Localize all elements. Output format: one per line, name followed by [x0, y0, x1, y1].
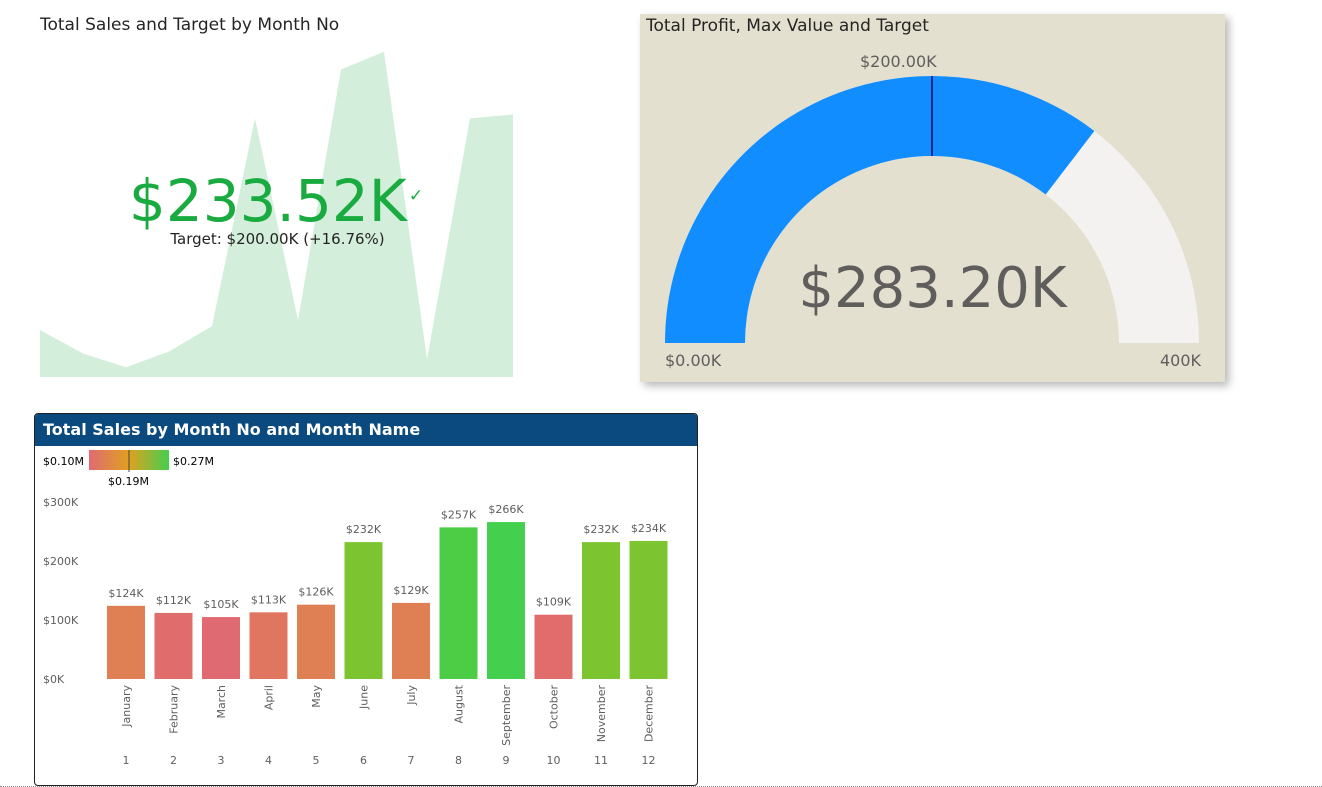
kpi-card: Total Sales and Target by Month No $233.… — [0, 0, 560, 390]
x-month-number-label: 10 — [547, 754, 561, 767]
bar-chart-title: Total Sales by Month No and Month Name — [43, 420, 421, 439]
x-category-label: January — [120, 685, 133, 728]
x-month-number-label: 8 — [455, 754, 462, 767]
x-category-label: May — [310, 685, 323, 708]
x-month-number-label: 4 — [265, 754, 272, 767]
x-category-label: July — [405, 685, 418, 706]
bar-layer: $0K $100K $200K $300K $124K January 1 $112K Febr… — [43, 496, 668, 767]
x-category-label: March — [215, 685, 228, 719]
bar-march[interactable] — [202, 617, 240, 679]
kpi-card-title: Total Sales and Target by Month No — [40, 15, 340, 35]
gauge-value: $283.20K — [798, 256, 1067, 321]
y-tick-label: $100K — [43, 614, 79, 627]
bar-data-label: $109K — [536, 596, 572, 609]
bar-chart-header: Total Sales by Month No and Month Name — [35, 414, 697, 446]
bar-january[interactable] — [107, 605, 145, 679]
bar-april[interactable] — [249, 612, 288, 679]
bar-august[interactable] — [439, 527, 478, 679]
checkmark-icon: ✓ — [408, 186, 424, 206]
bar-data-label: $113K — [251, 593, 287, 606]
bar-data-label: $126K — [298, 586, 334, 599]
bar-july[interactable] — [392, 602, 430, 679]
bar-december[interactable] — [629, 540, 668, 679]
x-category-label: October — [548, 685, 561, 729]
x-category-label: February — [168, 685, 181, 734]
gauge-target-label: $200.00K — [860, 52, 937, 71]
bar-data-label: $232K — [346, 523, 382, 536]
color-legend-min: $0.10M — [43, 455, 84, 468]
bar-data-label: $266K — [488, 503, 524, 516]
bar-september[interactable] — [487, 522, 525, 679]
x-month-number-label: 9 — [503, 754, 510, 767]
bar-october[interactable] — [534, 614, 573, 679]
x-month-number-label: 1 — [123, 754, 130, 767]
gauge-card: Total Profit, Max Value and Target $200.… — [640, 14, 1225, 382]
bar-chart: $0.10M $0.27M $0.19M $0K$100K$200K$300K$… — [43, 450, 668, 767]
x-month-number-label: 11 — [594, 754, 608, 767]
bar-data-label: $105K — [203, 598, 239, 611]
color-legend-max: $0.27M — [173, 455, 214, 468]
x-category-label: December — [643, 685, 656, 743]
bar-data-label: $129K — [393, 584, 429, 597]
x-category-label: November — [595, 685, 608, 743]
y-tick-label: $200K — [43, 555, 79, 568]
x-category-label: August — [453, 684, 466, 723]
bar-february[interactable] — [154, 612, 193, 679]
bar-data-label: $257K — [441, 508, 477, 521]
x-month-number-label: 5 — [313, 754, 320, 767]
x-category-label: April — [263, 685, 276, 710]
gauge-min-label: $0.00K — [665, 351, 722, 370]
bar-november[interactable] — [582, 542, 620, 679]
bar-data-label: $124K — [108, 587, 144, 600]
kpi-value-text: $233.52K — [128, 167, 407, 235]
x-month-number-label: 7 — [408, 754, 415, 767]
x-month-number-label: 6 — [360, 754, 367, 767]
y-tick-label: $300K — [43, 496, 79, 509]
gauge-max-label: 400K — [1160, 351, 1202, 370]
color-legend-mid: $0.19M — [108, 475, 149, 488]
bar-may[interactable] — [297, 604, 335, 679]
bar-june[interactable] — [344, 542, 383, 679]
bar-data-label: $232K — [583, 523, 619, 536]
x-month-number-label: 2 — [170, 754, 177, 767]
kpi-target-text: Target: $200.00K (+16.76%) — [170, 230, 385, 248]
x-month-number-label: 12 — [642, 754, 656, 767]
x-category-label: September — [500, 685, 513, 746]
bar-data-label: $112K — [156, 594, 192, 607]
x-category-label: June — [358, 685, 371, 710]
bar-chart-card: Total Sales by Month No and Month Name $… — [34, 413, 698, 786]
bar-data-label: $234K — [631, 522, 667, 535]
y-tick-label: $0K — [43, 673, 65, 686]
x-month-number-label: 3 — [218, 754, 225, 767]
